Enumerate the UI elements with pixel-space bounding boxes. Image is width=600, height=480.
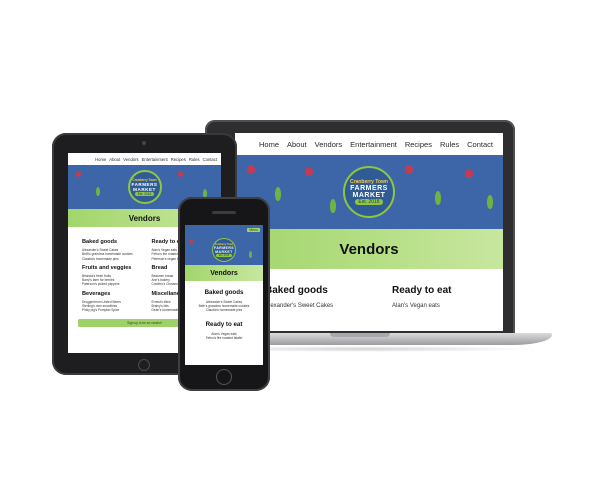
section-heading: Beverages [82,290,111,297]
radish-icon [305,167,313,176]
nav-vendors[interactable]: Vendors [123,157,138,162]
nav-about[interactable]: About [287,140,307,149]
section-baked-goods: Baked goods Alexander's Sweet Cakes [265,285,362,310]
vendor-item: Paterson's picked peppers [82,282,120,287]
radish-icon [76,171,81,177]
menu-button[interactable]: Menu [247,228,260,232]
leaf-icon [275,187,281,201]
speaker-icon [212,211,236,214]
vendor-item: Pinky pig's Pumpkin Spice [82,308,120,313]
section-ready-to-eat: Ready to eat Alan's Vegan eats [392,285,489,310]
hero-banner: Cranberry Town FARMERS MARKET Est. 2018 [185,235,263,265]
laptop-notch [330,333,390,337]
section-heading: Fruits and veggies [82,264,132,271]
camera-icon [142,141,146,145]
logo-established: Est. 2018 [215,254,233,257]
vendor-item: Alan's Vegan eats [392,303,440,309]
section-heading: Baked goods [82,239,118,245]
leaf-icon [96,187,100,196]
page-title: Vendors [235,229,503,269]
section-heading: Ready to eat [392,285,452,296]
page-title: Vendors [185,265,263,281]
logo-farmers: FARMERS [350,185,388,192]
phone-topbar: Menu [185,225,263,235]
nav-home[interactable]: Home [259,140,279,149]
nav-vendors[interactable]: Vendors [315,140,343,149]
hero-banner: Cranberry Town FARMERS MARKET Est. 2018 [235,155,503,229]
nav-rules[interactable]: Rules [189,157,200,162]
vendor-column-left: Baked goods Alexander's Sweet Cakes Beth… [82,235,146,313]
laptop-screen: Home About Vendors Entertainment Recipes… [235,133,503,331]
nav-entertainment[interactable]: Entertainment [350,140,397,149]
logo-established: Est. 2018 [355,199,383,205]
home-button[interactable] [216,369,232,385]
nav-home[interactable]: Home [95,157,106,162]
leaf-icon [249,251,252,258]
radish-icon [405,165,413,174]
vendor-list: Baked goods Alexander's Sweet Cakes Beth… [185,281,263,340]
vendor-item: Claudia's homemade pies [82,256,119,261]
market-logo[interactable]: Cranberry Town FARMERS MARKET Est. 2018 [212,238,236,262]
leaf-icon [330,199,336,213]
home-button[interactable] [138,359,150,371]
nav-contact[interactable]: Contact [467,140,493,149]
nav-recipes[interactable]: Recipes [405,140,432,149]
section-heading: Baked goods [204,289,244,296]
section-heading: Ready to eat [205,320,243,328]
market-logo[interactable]: Cranberry Town FARMERS MARKET Est. 2018 [127,170,162,204]
nav-entertainment[interactable]: Entertainment [142,157,168,162]
nav-recipes[interactable]: Recipes [171,157,186,162]
nav-contact[interactable]: Contact [203,157,217,162]
radish-icon [189,239,193,244]
leaf-icon [487,195,493,209]
vendor-item: Alexander's Sweet Cakes [265,303,334,309]
logo-market: MARKET [352,192,386,199]
nav-about[interactable]: About [109,157,120,162]
radish-icon [247,165,255,174]
nav-rules[interactable]: Rules [440,140,459,149]
radish-icon [465,169,473,178]
leaf-icon [435,191,441,205]
vendor-grid: Baked goods Alexander's Sweet Cakes Read… [235,269,503,310]
section-heading: Baked goods [265,285,328,296]
logo-established: Est. 2018 [134,192,155,196]
laptop-nav: Home About Vendors Entertainment Recipes… [235,133,503,155]
market-logo[interactable]: Cranberry Town FARMERS MARKET Est. 2018 [343,166,395,218]
radish-icon [178,171,183,177]
tablet-nav: Home About Vendors Entertainment Recipes… [68,153,221,165]
vendor-item: Fefno's fire roasted falafel [205,335,243,340]
phone-screen: Menu Cranberry Town FARMERS MARKET Est. … [185,225,263,365]
